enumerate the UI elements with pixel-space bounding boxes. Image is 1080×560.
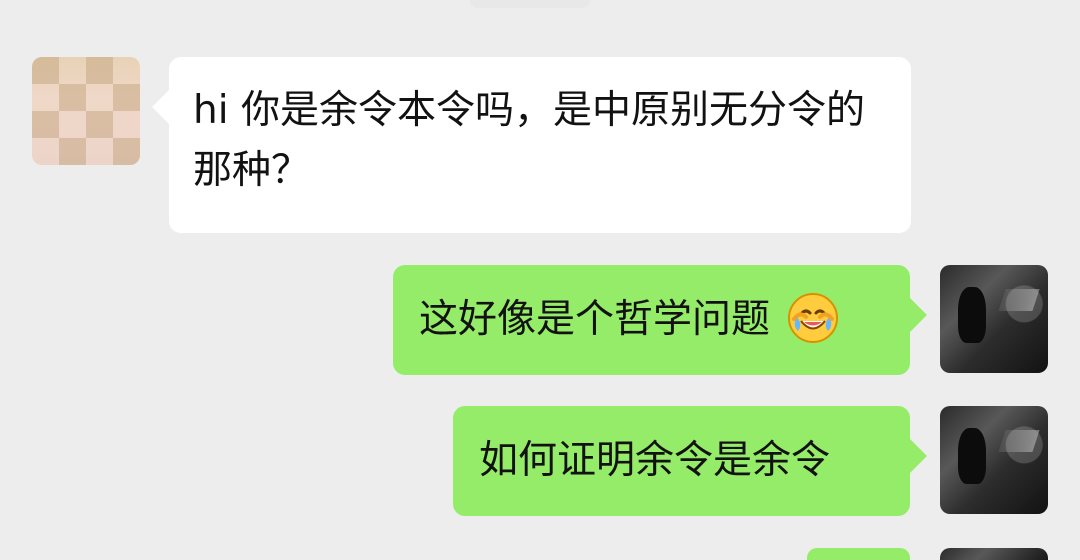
- message-text: hi 你是余令本令吗，是中原别无分令的那种？: [193, 88, 865, 193]
- avatar-pixel: [86, 57, 113, 84]
- avatar-pixel: [86, 111, 113, 138]
- top-cut-off-text: [470, 0, 590, 8]
- crying-laughing-face-emoji-icon: [788, 292, 839, 343]
- message-text: 如何证明余令是余令: [479, 438, 831, 483]
- avatar-pixel: [59, 84, 86, 111]
- outgoing-message-bubble[interactable]: 如何证明余令是余令: [453, 406, 910, 516]
- right-avatar[interactable]: [940, 265, 1048, 373]
- chat-conversation: hi 你是余令本令吗，是中原别无分令的那种？ 这好像是个哲学问题 如何证明余令是…: [0, 0, 1080, 560]
- avatar-pixel: [59, 138, 86, 165]
- outgoing-message-bubble[interactable]: 这好像是个哲学问题: [393, 265, 910, 375]
- right-avatar[interactable]: [940, 406, 1048, 514]
- partial-outgoing-message-bubble[interactable]: [807, 548, 910, 560]
- avatar-pixel: [32, 57, 59, 84]
- avatar-pixel: [113, 138, 140, 165]
- message-text: 这好像是个哲学问题: [419, 297, 771, 342]
- left-avatar[interactable]: [32, 57, 140, 165]
- avatar-pixel: [113, 84, 140, 111]
- incoming-message-bubble[interactable]: hi 你是余令本令吗，是中原别无分令的那种？: [169, 57, 911, 233]
- avatar-pixel: [32, 111, 59, 138]
- partial-right-avatar[interactable]: [940, 548, 1048, 560]
